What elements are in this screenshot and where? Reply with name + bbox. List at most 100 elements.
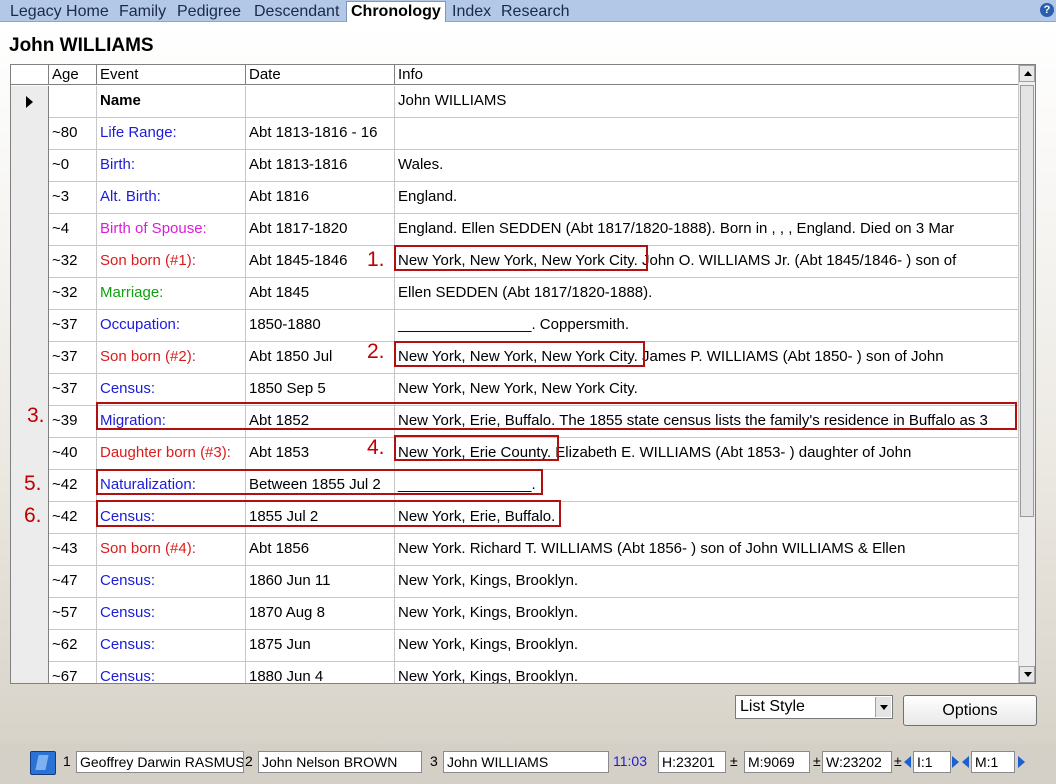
tab-research[interactable]: Research (497, 2, 573, 22)
row-selector[interactable] (11, 438, 49, 470)
table-row[interactable]: ~4 Birth of Spouse: Abt 1817-1820 England. … (11, 214, 1019, 246)
age-cell: ~67 (49, 662, 97, 683)
event-cell[interactable]: Census: (97, 374, 246, 406)
annotation-number-2: 2. (367, 340, 385, 363)
event-cell[interactable]: Migration: (97, 406, 246, 438)
tab-chronology[interactable]: Chronology (346, 1, 446, 22)
info-cell: New York, New York, New York City. John … (398, 252, 957, 269)
row-selector[interactable] (11, 566, 49, 598)
date-cell: 1875 Jun (246, 630, 395, 662)
event-cell[interactable]: Census: (97, 502, 246, 534)
tab-legacy-home[interactable]: Legacy Home (6, 2, 113, 22)
event-cell[interactable]: Naturalization: (97, 470, 246, 502)
row-selector[interactable] (11, 374, 49, 406)
age-cell: ~57 (49, 598, 97, 630)
age-cell: ~37 (49, 342, 97, 374)
plus-minus-w: ± (894, 753, 902, 769)
row-selector[interactable] (11, 118, 49, 150)
event-cell[interactable]: Birth of Spouse: (97, 214, 246, 246)
table-row[interactable]: Name John WILLIAMS (11, 86, 1019, 118)
date-cell: Abt 1856 (246, 534, 395, 566)
options-button[interactable]: Options (903, 695, 1037, 726)
row-selector[interactable] (11, 630, 49, 662)
slot2-person[interactable]: John Nelson BROWN (258, 751, 422, 773)
table-row[interactable]: ~67 Census: 1880 Jun 4 New York, Kings, Bro… (11, 662, 1019, 684)
table-row[interactable]: ~40 Daughter born (#3): Abt 1853 New York, … (11, 438, 1019, 470)
table-row[interactable]: ~57 Census: 1870 Aug 8 New York, Kings, Bro… (11, 598, 1019, 630)
scroll-up-icon[interactable] (1019, 65, 1035, 82)
table-row[interactable]: ~32 Son born (#1): Abt 1845-1846 New York, … (11, 246, 1019, 278)
tab-descendant[interactable]: Descendant (250, 2, 343, 22)
event-cell[interactable]: Census: (97, 598, 246, 630)
tab-pedigree[interactable]: Pedigree (173, 2, 245, 22)
table-row[interactable]: ~62 Census: 1875 Jun New York, Kings, Brook… (11, 630, 1019, 662)
table-row[interactable]: ~42 Census: 1855 Jul 2 New York, Erie, Buff… (11, 502, 1019, 534)
row-selector[interactable] (11, 310, 49, 342)
clock-time: 11:03 (613, 753, 647, 769)
table-row[interactable]: ~39 Migration: Abt 1852 New York, Erie, Buf… (11, 406, 1019, 438)
next-arrow-icon-2[interactable] (1018, 756, 1025, 768)
scroll-down-icon[interactable] (1019, 666, 1035, 683)
event-cell[interactable]: Daughter born (#3): (97, 438, 246, 470)
scroll-thumb[interactable] (1020, 85, 1034, 517)
header-info[interactable]: Info (395, 65, 1019, 85)
table-row[interactable]: ~3 Alt. Birth: Abt 1816 England. (11, 182, 1019, 214)
info-cell (395, 118, 1019, 150)
table-row[interactable]: ~47 Census: 1860 Jun 11 New York, Kings, Br… (11, 566, 1019, 598)
tab-index[interactable]: Index (448, 2, 495, 22)
event-cell[interactable]: Son born (#1): (97, 246, 246, 278)
date-cell: 1850 Sep 5 (246, 374, 395, 406)
list-style-select[interactable]: List Style (735, 695, 893, 719)
row-selector[interactable] (11, 598, 49, 630)
table-row[interactable]: ~42 Naturalization: Between 1855 Jul 2 ____… (11, 470, 1019, 502)
top-tab-bar: Legacy Home Family Pedigree Descendant C… (0, 0, 1056, 22)
tab-family[interactable]: Family (115, 2, 170, 22)
event-cell[interactable]: Census: (97, 662, 246, 683)
row-selector[interactable] (11, 150, 49, 182)
event-cell[interactable]: Son born (#4): (97, 534, 246, 566)
event-cell[interactable]: Census: (97, 566, 246, 598)
header-event[interactable]: Event (97, 65, 246, 85)
table-row[interactable]: ~0 Birth: Abt 1813-1816 Wales. (11, 150, 1019, 182)
table-row[interactable]: ~37 Son born (#2): Abt 1850 Jul New York, N… (11, 342, 1019, 374)
event-cell[interactable]: Name (97, 86, 246, 118)
chevron-down-icon[interactable] (875, 697, 891, 717)
row-selector[interactable] (11, 86, 49, 118)
row-selector[interactable] (11, 342, 49, 374)
info-cell: ________________. Coppersmith. (398, 316, 630, 333)
row-selector[interactable] (11, 214, 49, 246)
table-row[interactable]: ~43 Son born (#4): Abt 1856 New York. Richa… (11, 534, 1019, 566)
row-selector[interactable] (11, 278, 49, 310)
slot1-person[interactable]: Geoffrey Darwin RASMUS (76, 751, 244, 773)
next-arrow-icon[interactable] (952, 756, 959, 768)
table-row[interactable]: ~80 Life Range: Abt 1813-1816 - 16 (11, 118, 1019, 150)
event-cell[interactable]: Life Range: (97, 118, 246, 150)
row-selector[interactable] (11, 182, 49, 214)
date-cell: Abt 1813-1816 - 16 (246, 118, 395, 150)
header-date[interactable]: Date (246, 65, 395, 85)
table-row[interactable]: ~32 Marriage: Abt 1845 Ellen SEDDEN (Abt 18… (11, 278, 1019, 310)
event-cell[interactable]: Son born (#2): (97, 342, 246, 374)
info-cell: New York, Kings, Brooklyn. (398, 572, 579, 589)
prev-arrow-icon[interactable] (904, 756, 911, 768)
row-selector[interactable] (11, 662, 49, 683)
event-cell[interactable]: Alt. Birth: (97, 182, 246, 214)
event-cell[interactable]: Census: (97, 630, 246, 662)
event-cell[interactable]: Marriage: (97, 278, 246, 310)
vertical-scrollbar[interactable] (1018, 65, 1035, 683)
row-selector[interactable] (11, 246, 49, 278)
count-w: W:23202 (822, 751, 892, 773)
table-row[interactable]: ~37 Census: 1850 Sep 5 New York, New York, … (11, 374, 1019, 406)
help-icon[interactable]: ? (1040, 3, 1054, 17)
header-age[interactable]: Age (49, 65, 97, 85)
row-selector[interactable] (11, 534, 49, 566)
current-row-pointer-icon (26, 96, 33, 108)
table-row[interactable]: ~37 Occupation: 1850-1880 ________________.… (11, 310, 1019, 342)
info-cell: New York, Kings, Brooklyn. (398, 668, 579, 684)
event-cell[interactable]: Birth: (97, 150, 246, 182)
slot3-person[interactable]: John WILLIAMS (443, 751, 609, 773)
index-i: I:1 (913, 751, 951, 773)
book-icon[interactable] (30, 751, 56, 775)
event-cell[interactable]: Occupation: (97, 310, 246, 342)
prev-arrow-icon-2[interactable] (962, 756, 969, 768)
